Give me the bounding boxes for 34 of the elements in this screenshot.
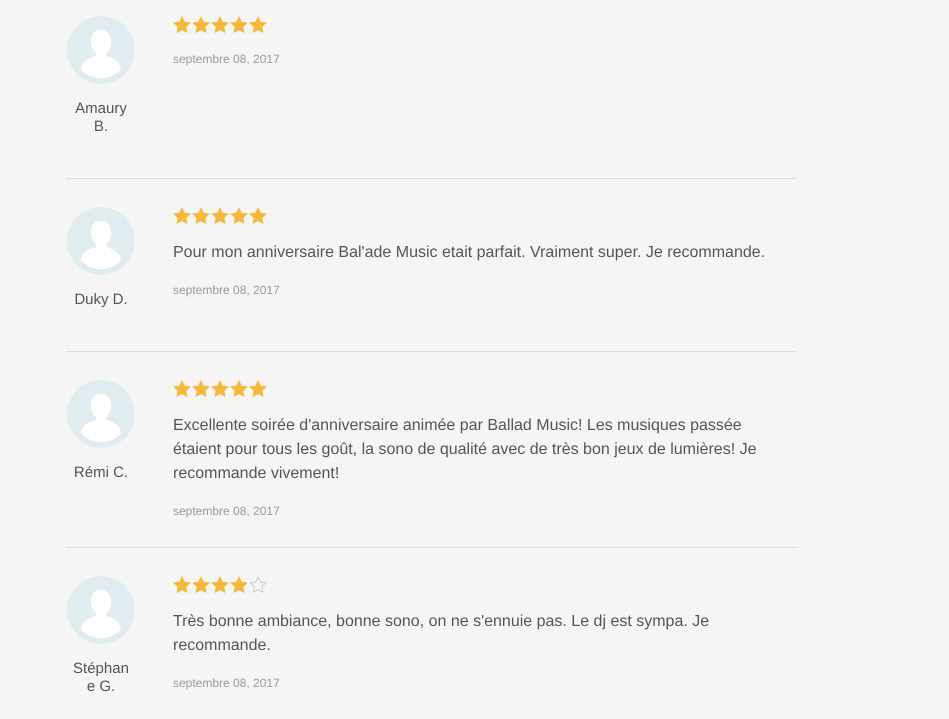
star-icon	[230, 16, 248, 33]
star-icon	[211, 207, 229, 224]
review-text: Pour mon anniversaire Bal'ade Music etait parfait. Vraiment super. Je recommande.	[173, 243, 766, 263]
star-icon	[192, 207, 210, 224]
star-icon	[249, 207, 267, 224]
review-date: septembre 08, 2017	[173, 503, 281, 519]
review-text: Très bonne ambiance, bonne sono, on ne s'ennuie pas. Le dj est sympa. Je recommande.	[173, 612, 710, 656]
avatar-icon	[67, 576, 135, 644]
reviewer-name: Amaury B.	[74, 100, 128, 136]
avatar-icon	[67, 207, 135, 275]
reviewer-name: Duky D.	[73, 291, 129, 309]
star-icon	[230, 576, 248, 593]
review-date: septembre 08, 2017	[173, 51, 281, 67]
star-icon	[192, 576, 210, 593]
reviewer-name: Rémi C.	[72, 464, 130, 482]
star-icon	[211, 380, 229, 397]
star-icon	[211, 16, 229, 33]
review-date: septembre 08, 2017	[173, 675, 281, 691]
avatar-icon	[67, 380, 135, 448]
review-date: septembre 08, 2017	[173, 282, 281, 298]
star-icon	[173, 576, 191, 593]
reviewer-name: Stéphane G.	[72, 660, 130, 696]
star-icon	[192, 16, 210, 33]
star-icon	[230, 207, 248, 224]
star-icon	[230, 380, 248, 397]
review-text: Excellente soirée d'anniversaire animée par Ballad Music! Les musiques passée étaient pour tous les goût, la sono de qualité avec de très bon jeux de lumières! Je recommande vivement!	[173, 416, 758, 484]
avatar-icon	[67, 16, 135, 84]
star-icon	[173, 380, 191, 397]
star-icon	[173, 207, 191, 224]
star-icon	[211, 576, 229, 593]
star-icon	[173, 16, 191, 33]
star-icon	[249, 16, 267, 33]
star-icon	[249, 380, 267, 397]
star-icon	[192, 380, 210, 397]
